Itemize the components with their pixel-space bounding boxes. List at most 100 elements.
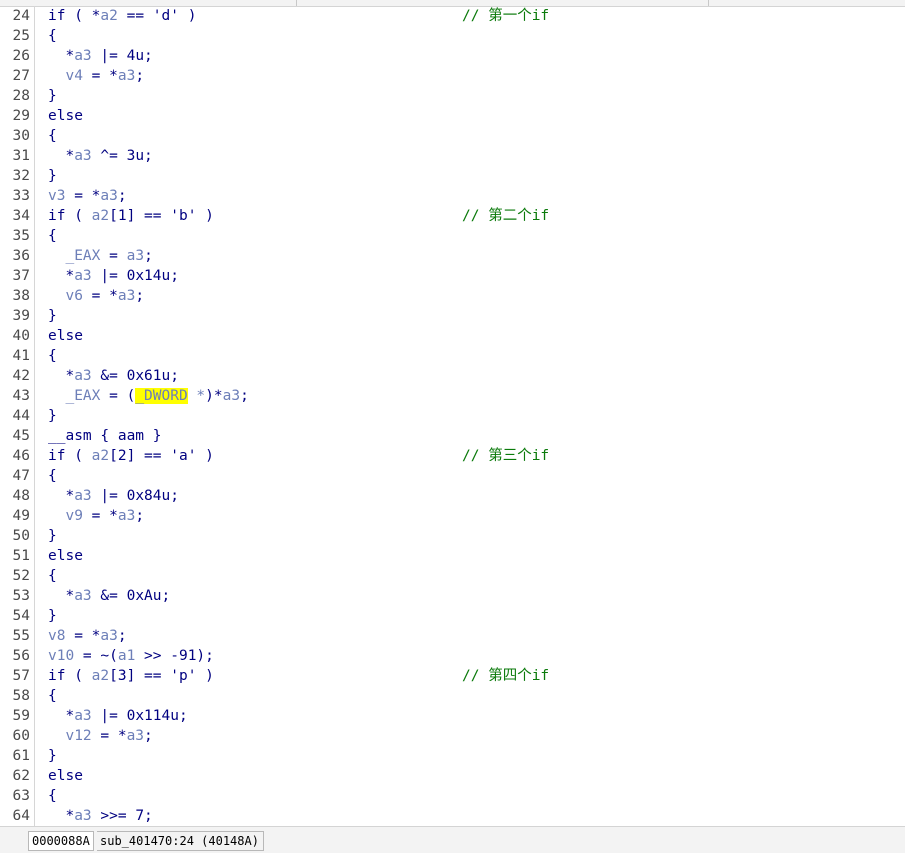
code-token: )* (205, 388, 223, 404)
code-token: ^= 3u; (91, 148, 153, 164)
code-text: v9 = *a3; (48, 506, 144, 526)
code-token: = ( (100, 388, 136, 404)
code-token: [1] == 'b' ) (109, 208, 214, 224)
highlighted-token: _DWORD (135, 388, 188, 404)
line-number: 41 (12, 348, 30, 364)
code-text: *a3 ^= 3u; (48, 146, 153, 166)
code-text: *a3 &= 0x61u; (48, 366, 179, 386)
code-text: } (48, 306, 57, 326)
code-token: * (48, 148, 75, 164)
code-text: } (48, 606, 57, 626)
code-token: v8 (48, 628, 66, 644)
code-token: * (48, 48, 75, 64)
code-text: v8 = *a3; (48, 626, 127, 646)
pseudocode-editor[interactable]: 24 if ( *a2 == 'd' )// 第一个if 25{26 *a3 |= … (0, 6, 905, 826)
code-text: { (48, 566, 57, 586)
code-token: a3 (126, 248, 145, 264)
line-number: 55 (12, 628, 30, 644)
code-token: } (48, 608, 57, 624)
code-text: { (48, 226, 57, 246)
code-token: ; (144, 728, 153, 744)
code-token: a3 (100, 188, 118, 204)
line-number: 26 (12, 48, 30, 64)
code-token: a3 (100, 628, 118, 644)
code-token: = * (91, 728, 127, 744)
code-text: { (48, 26, 57, 46)
code-token: a3 (74, 368, 92, 384)
line-number: 27 (12, 68, 30, 84)
code-token: a2 (91, 448, 110, 464)
code-comment: // 第四个if (462, 668, 550, 684)
line-number: 24 (12, 8, 30, 24)
code-token: a3 (222, 388, 241, 404)
code-token: >>= 7; (91, 808, 153, 824)
status-bar: 0000088A sub_401470:24 (40148A) (0, 826, 905, 853)
code-token: * (48, 588, 75, 604)
line-number: 33 (12, 188, 30, 204)
code-text: v4 = *a3; (48, 66, 144, 86)
code-token: = * (82, 508, 118, 524)
code-token: a2 (91, 668, 110, 684)
code-token: a3 (74, 268, 92, 284)
code-text: { (48, 466, 57, 486)
code-token: &= 0x61u; (91, 368, 179, 384)
code-token: { (48, 788, 57, 804)
code-token: = * (82, 68, 118, 84)
line-number: 40 (12, 328, 30, 344)
code-token: a3 (117, 508, 136, 524)
code-token: = * (82, 288, 118, 304)
code-token: ; (117, 628, 127, 644)
code-text: *a3 >>= 7; (48, 806, 153, 826)
code-token: } (48, 748, 57, 764)
code-token: if ( (48, 448, 92, 464)
code-token: { (48, 128, 57, 144)
code-token: ; (240, 388, 249, 404)
code-text: } (48, 746, 57, 766)
line-number: 58 (12, 688, 30, 704)
code-text: *a3 |= 0x114u; (48, 706, 187, 726)
gutter-divider (34, 6, 35, 826)
code-token: } (48, 528, 57, 544)
code-token: ; (135, 288, 145, 304)
code-token: if ( (48, 668, 92, 684)
line-number: 39 (12, 308, 30, 324)
code-token: a3 (74, 708, 92, 724)
code-token: |= 4u; (91, 48, 153, 64)
code-text: _EAX = a3; (48, 246, 153, 266)
code-comment: // 第二个if (462, 208, 550, 224)
code-token: a1 (117, 648, 136, 664)
code-token: { (48, 688, 57, 704)
code-token: a2 (91, 208, 110, 224)
code-comment: // 第一个if (462, 8, 550, 24)
code-token: v9 (48, 508, 83, 524)
code-token: v3 (48, 188, 66, 204)
code-token: * (48, 488, 75, 504)
code-token: v12 (48, 728, 92, 744)
code-token: a3 (74, 808, 92, 824)
code-token: * (48, 808, 75, 824)
code-token: * (48, 708, 75, 724)
line-number: 57 (12, 668, 30, 684)
code-text: else (48, 766, 83, 786)
code-token: [3] == 'p' ) (109, 668, 214, 684)
line-number: 60 (12, 728, 30, 744)
code-token: a3 (117, 68, 136, 84)
status-location: sub_401470:24 (40148A) (97, 831, 264, 851)
code-token: * (187, 388, 206, 404)
code-token: { (48, 228, 57, 244)
line-number: 49 (12, 508, 30, 524)
code-token: } (48, 88, 57, 104)
line-number: 34 (12, 208, 30, 224)
code-token: &= 0xAu; (91, 588, 171, 604)
code-text: } (48, 86, 57, 106)
line-number: 25 (12, 28, 30, 44)
code-token: ; (144, 248, 153, 264)
code-token: else (48, 108, 83, 124)
code-text: if ( a2[1] == 'b' ) (48, 206, 214, 226)
code-text: *a3 |= 0x14u; (48, 266, 179, 286)
line-number: 37 (12, 268, 30, 284)
code-text: v3 = *a3; (48, 186, 127, 206)
code-text: *a3 |= 4u; (48, 46, 153, 66)
code-token: ; (135, 68, 145, 84)
code-text: _EAX = (_DWORD *)*a3; (48, 386, 249, 406)
